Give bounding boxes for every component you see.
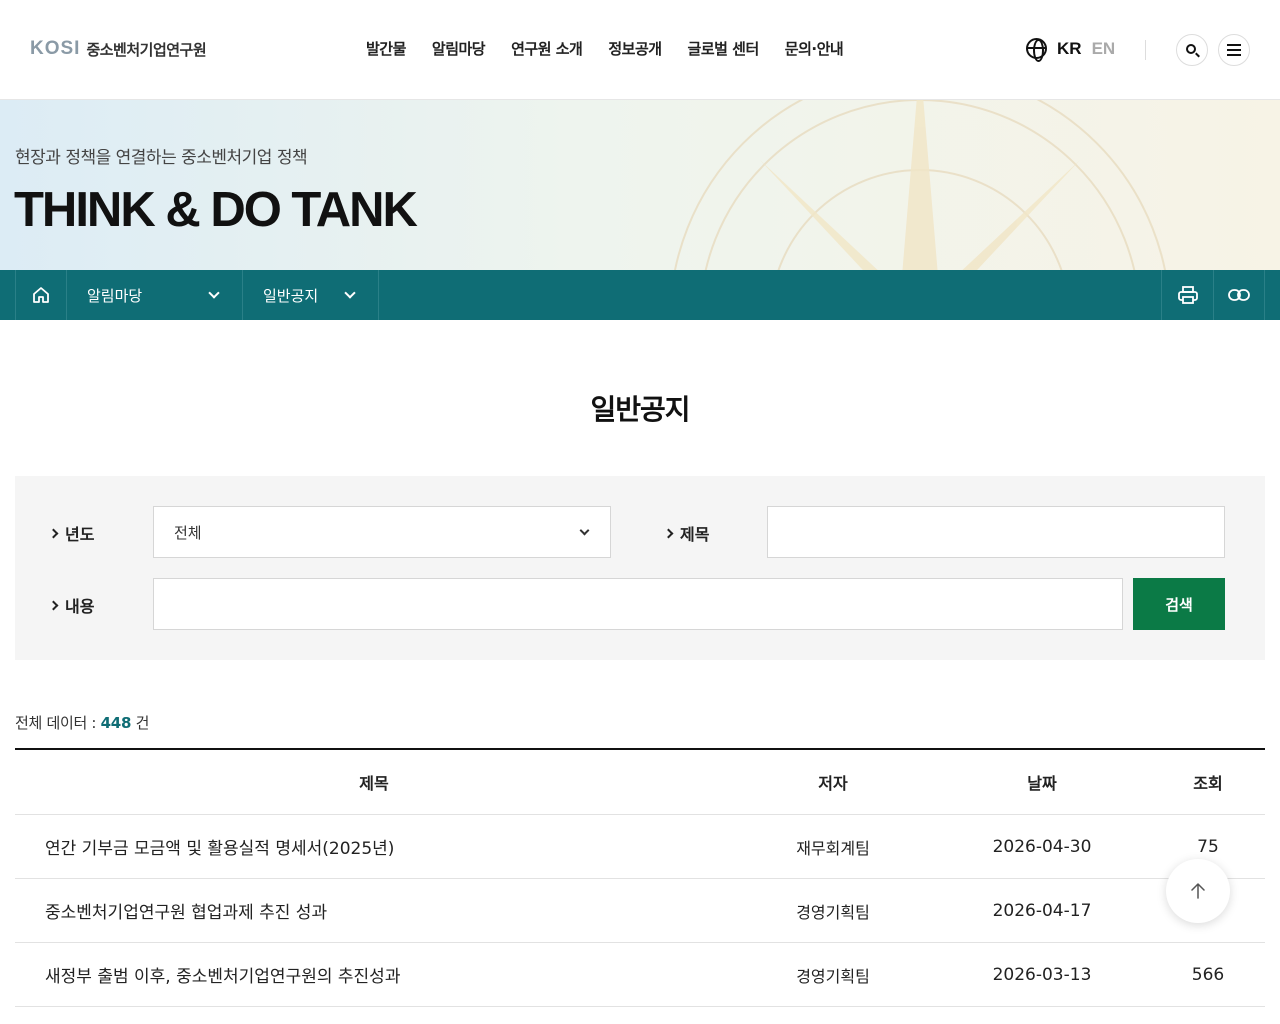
year-label-text: 년도: [65, 525, 95, 544]
home-icon: [33, 287, 49, 303]
row-views: 75: [1197, 836, 1219, 857]
content-label: 내용: [48, 593, 95, 617]
header-author: 저자: [818, 774, 848, 793]
title-search-input[interactable]: [767, 506, 1225, 558]
chevron-down-icon: [208, 287, 220, 299]
table-header-row: 제목 저자 날짜 조회: [15, 750, 1265, 815]
nav-item-global-center[interactable]: 글로벌 센터: [688, 38, 760, 59]
page-title: 일반공지: [590, 393, 690, 426]
breadcrumb-depth2-dropdown[interactable]: 일반공지: [243, 270, 379, 320]
year-label: 년도: [48, 521, 95, 545]
nav-item-publications[interactable]: 발간물: [366, 38, 406, 59]
lang-en-link[interactable]: EN: [1092, 39, 1116, 59]
nav-item-notices[interactable]: 알림마당: [432, 38, 486, 59]
search-form: 년도 전체 제목 내용 검색: [15, 476, 1265, 660]
nav-item-about[interactable]: 연구원 소개: [511, 38, 583, 59]
table-row: 새정부 출범 이후, 중소벤처기업연구원의 추진성과 경영기획팀 2026-03…: [15, 943, 1265, 1007]
scroll-top-button[interactable]: [1166, 859, 1230, 923]
table-row: 연간 기부금 모금액 및 활용실적 명세서(2025년) 재무회계팀 2026-…: [15, 815, 1265, 879]
lang-kr-link[interactable]: KR: [1057, 39, 1082, 59]
breadcrumb-depth2-label: 일반공지: [263, 286, 319, 305]
header-divider: [1145, 40, 1146, 60]
nav-item-contact[interactable]: 문의·안내: [785, 38, 844, 59]
total-count-value: 448: [100, 714, 132, 732]
main-nav: 발간물 알림마당 연구원 소개 정보공개 글로벌 센터 문의·안내: [366, 38, 844, 59]
language-switcher: KR EN: [1026, 38, 1116, 62]
chevron-down-icon: [344, 287, 356, 299]
table-row: 중소벤처기업연구원 협업과제 추진 성과 경영기획팀 2026-04-17: [15, 879, 1265, 943]
row-title-link[interactable]: 중소벤처기업연구원 협업과제 추진 성과: [15, 898, 733, 923]
total-count-unit: 건: [135, 714, 150, 732]
year-select[interactable]: 전체: [153, 506, 611, 558]
content-label-text: 내용: [65, 597, 95, 616]
hamburger-icon: [1227, 44, 1241, 56]
row-date: 2026-04-17: [992, 900, 1092, 921]
breadcrumb-depth1-dropdown[interactable]: 알림마당: [67, 270, 243, 320]
banner-title: THINK & DO TANK: [14, 183, 418, 237]
notice-table: 제목 저자 날짜 조회 연간 기부금 모금액 및 활용실적 명세서(2025년)…: [15, 748, 1265, 1007]
search-icon: [1185, 43, 1196, 54]
row-date: 2026-03-13: [992, 964, 1092, 985]
compass-illustration: [674, 100, 1166, 270]
title-label-text: 제목: [680, 525, 710, 544]
printer-icon: [1177, 286, 1198, 304]
row-title-link[interactable]: 새정부 출범 이후, 중소벤처기업연구원의 추진성과: [15, 962, 733, 987]
copy-link-button[interactable]: [1213, 270, 1265, 320]
search-submit-button[interactable]: 검색: [1133, 578, 1225, 630]
nav-item-disclosure[interactable]: 정보공개: [608, 38, 662, 59]
row-author: 재무회계팀: [796, 838, 870, 858]
chevron-right-icon: [48, 600, 59, 610]
hero-banner: 현장과 정책을 연결하는 중소벤처기업 정책 THINK & DO TANK: [0, 100, 1280, 270]
row-views: 566: [1191, 964, 1225, 985]
header-date: 날짜: [1027, 774, 1057, 793]
breadcrumb-depth1-label: 알림마당: [87, 286, 143, 305]
site-logo[interactable]: KOSI 중소벤처기업연구원: [30, 38, 207, 60]
print-button[interactable]: [1161, 270, 1213, 320]
chevron-down-icon: [579, 525, 590, 535]
banner-subtitle: 현장과 정책을 연결하는 중소벤처기업 정책: [15, 148, 308, 168]
row-author: 경영기획팀: [796, 966, 870, 986]
search-button[interactable]: [1176, 34, 1208, 66]
link-icon: [1228, 289, 1250, 301]
home-button[interactable]: [15, 270, 67, 320]
logo-text: 중소벤처기업연구원: [86, 40, 207, 59]
title-label: 제목: [663, 521, 710, 545]
row-date: 2026-04-30: [992, 836, 1092, 857]
row-title-link[interactable]: 연간 기부금 모금액 및 활용실적 명세서(2025년): [15, 834, 733, 859]
year-select-value: 전체: [174, 523, 202, 542]
header-title: 제목: [359, 774, 389, 793]
total-count-label: 전체 데이터 :: [15, 714, 97, 732]
globe-icon: [1026, 38, 1047, 62]
arrow-up-icon: [1191, 883, 1205, 899]
chevron-right-icon: [663, 528, 674, 538]
location-bar: 알림마당 일반공지: [0, 270, 1280, 320]
logo-mark: KOSI: [30, 38, 81, 59]
header-views: 조회: [1193, 774, 1223, 793]
site-header: KOSI 중소벤처기업연구원 발간물 알림마당 연구원 소개 정보공개 글로벌 …: [0, 0, 1280, 100]
total-count: 전체 데이터 : 448 건: [15, 712, 149, 733]
chevron-right-icon: [48, 528, 59, 538]
row-author: 경영기획팀: [796, 902, 870, 922]
menu-button[interactable]: [1218, 34, 1250, 66]
content-search-input[interactable]: [153, 578, 1123, 630]
